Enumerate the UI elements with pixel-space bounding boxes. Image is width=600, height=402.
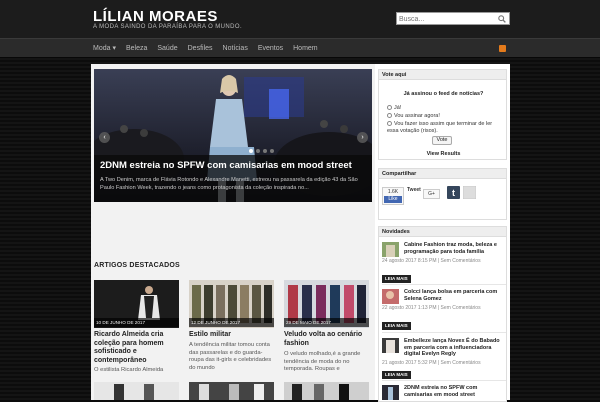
search-icon[interactable] bbox=[498, 15, 506, 23]
facebook-like-label: Like bbox=[384, 196, 402, 203]
main-nav: Moda ▾ Beleza Saúde Desfiles Notícias Ev… bbox=[0, 38, 600, 58]
news-meta: 21 agosto 2017 5:32 PM | Sem Comentários bbox=[382, 360, 481, 366]
slider-pagination bbox=[249, 149, 277, 153]
site-header: LÍLIAN MORAES A MODA SAINDO DA PARAÍBA P… bbox=[0, 0, 600, 38]
radio-button[interactable] bbox=[387, 121, 392, 127]
nav-menu: Moda ▾ Beleza Saúde Desfiles Notícias Ev… bbox=[93, 39, 328, 59]
site-title[interactable]: LÍLIAN MORAES bbox=[93, 8, 218, 25]
facebook-count: 1.6K bbox=[387, 189, 399, 195]
featured-title[interactable]: Ricardo Almeida cria coleção para homem … bbox=[94, 331, 179, 365]
email-icon[interactable] bbox=[463, 186, 476, 199]
nav-item-saude[interactable]: Saúde bbox=[157, 39, 177, 59]
content-area: 2DNM estreia no SPFW com camisarias em m… bbox=[91, 64, 510, 402]
poll-question: Já assinou o feed de notícias? bbox=[403, 91, 484, 97]
main-column: 2DNM estreia no SPFW com camisarias em m… bbox=[91, 64, 375, 400]
featured-date: 12 DE JUNHO DE 2017 bbox=[189, 318, 274, 327]
slider-next-button[interactable]: › bbox=[357, 132, 368, 143]
widget-title: Compartilhar bbox=[379, 169, 506, 179]
poll-option[interactable]: Vou fazer isso assim que terminar de ler… bbox=[387, 121, 503, 134]
featured-title[interactable]: Estilo militar bbox=[189, 331, 274, 340]
divider bbox=[382, 284, 506, 285]
featured-thumbnail[interactable] bbox=[94, 382, 179, 400]
slider-prev-button[interactable]: ‹ bbox=[99, 132, 110, 143]
slider-dot[interactable] bbox=[270, 149, 274, 153]
news-thumbnail[interactable] bbox=[382, 242, 399, 257]
nav-item-noticias[interactable]: Notícias bbox=[223, 39, 248, 59]
news-thumbnail[interactable] bbox=[382, 385, 399, 400]
radio-button[interactable] bbox=[387, 113, 392, 119]
featured-excerpt: A tendência militar tomou conta das pass… bbox=[189, 342, 272, 371]
sidebar: Vote aqui Já assinou o feed de notícias?… bbox=[378, 64, 510, 402]
featured-thumbnail[interactable] bbox=[284, 382, 369, 400]
nav-item-desfiles[interactable]: Desfiles bbox=[188, 39, 213, 59]
nav-item-homem[interactable]: Homem bbox=[293, 39, 318, 59]
slider-excerpt: A Two Denim, marca de Flávia Rotondo e A… bbox=[100, 177, 358, 191]
featured-excerpt: O veludo molhado,é a grande tendência de… bbox=[284, 351, 361, 372]
slider-dot[interactable] bbox=[249, 149, 253, 153]
news-title[interactable]: Embelleze lança Novex É do Babado em par… bbox=[404, 338, 506, 358]
featured-thumbnail[interactable] bbox=[189, 382, 274, 400]
poll-option[interactable]: Vou assinar agora! bbox=[387, 113, 503, 120]
rss-icon[interactable] bbox=[499, 45, 506, 52]
poll-option-label: Vou fazer isso assim que terminar de ler… bbox=[387, 121, 493, 134]
slider-title[interactable]: 2DNM estreia no SPFW com camisarias em m… bbox=[100, 160, 368, 171]
nav-item-eventos[interactable]: Eventos bbox=[258, 39, 283, 59]
featured-excerpt: O estilista Ricardo Almeida bbox=[94, 367, 164, 373]
search-input[interactable] bbox=[399, 14, 495, 24]
poll-widget: Vote aqui Já assinou o feed de notícias?… bbox=[378, 69, 507, 160]
featured-slider[interactable]: 2DNM estreia no SPFW com camisarias em m… bbox=[94, 69, 372, 202]
facebook-like-button[interactable]: 1.6K Like bbox=[382, 187, 404, 205]
divider bbox=[382, 380, 506, 381]
featured-title[interactable]: Veludo volta ao cenário fashion bbox=[284, 331, 369, 348]
radio-button[interactable] bbox=[387, 105, 392, 111]
news-title[interactable]: Cabine Fashion traz moda, beleza e progr… bbox=[404, 242, 506, 255]
poll-option[interactable]: Já! bbox=[387, 105, 503, 112]
read-more-button[interactable]: LEIA MAIS bbox=[382, 371, 411, 379]
share-widget: Compartilhar 1.6K Like Tweet G+ t bbox=[378, 168, 507, 220]
news-meta: 24 agosto 2017 8:15 PM | Sem Comentários bbox=[382, 258, 481, 264]
widget-title: Novidades bbox=[379, 227, 506, 237]
news-meta: 22 agosto 2017 1:13 PM | Sem Comentários bbox=[382, 305, 481, 311]
widget-title: Vote aqui bbox=[379, 70, 506, 80]
news-thumbnail[interactable] bbox=[382, 289, 399, 304]
nav-item-beleza[interactable]: Beleza bbox=[126, 39, 147, 59]
featured-heading: ARTIGOS DESTACADOS bbox=[94, 262, 180, 269]
slider-dot[interactable] bbox=[263, 149, 267, 153]
news-thumbnail[interactable] bbox=[382, 338, 399, 353]
slider-dot[interactable] bbox=[256, 149, 260, 153]
tweet-button[interactable]: Tweet bbox=[407, 187, 421, 193]
vote-button[interactable]: Vote bbox=[432, 136, 452, 145]
news-title[interactable]: 2DNM estreia no SPFW com camisarias em m… bbox=[404, 385, 506, 398]
news-widget: Novidades Cabine Fashion traz moda, bele… bbox=[378, 226, 507, 402]
google-plus-button[interactable]: G+ bbox=[423, 189, 440, 199]
news-title[interactable]: Colcci lança bolsa em parceria com Selen… bbox=[404, 289, 506, 302]
read-more-button[interactable]: LEIA MAIS bbox=[382, 322, 411, 330]
poll-option-label: Vou assinar agora! bbox=[394, 113, 440, 119]
poll-option-label: Já! bbox=[394, 105, 402, 111]
view-results-link[interactable]: View Results bbox=[379, 151, 508, 157]
featured-date: 29 DE MAIO DE 2017 bbox=[284, 318, 369, 327]
divider bbox=[382, 332, 506, 333]
search-box[interactable] bbox=[396, 12, 510, 25]
tumblr-icon[interactable]: t bbox=[447, 186, 460, 199]
featured-date: 10 DE JUNHO DE 2017 bbox=[94, 318, 179, 327]
nav-item-moda[interactable]: Moda ▾ bbox=[93, 39, 116, 59]
site-description: A MODA SAINDO DA PARAÍBA PARA O MUNDO. bbox=[93, 24, 243, 30]
svg-text:t: t bbox=[452, 188, 455, 198]
read-more-button[interactable]: LEIA MAIS bbox=[382, 275, 411, 283]
